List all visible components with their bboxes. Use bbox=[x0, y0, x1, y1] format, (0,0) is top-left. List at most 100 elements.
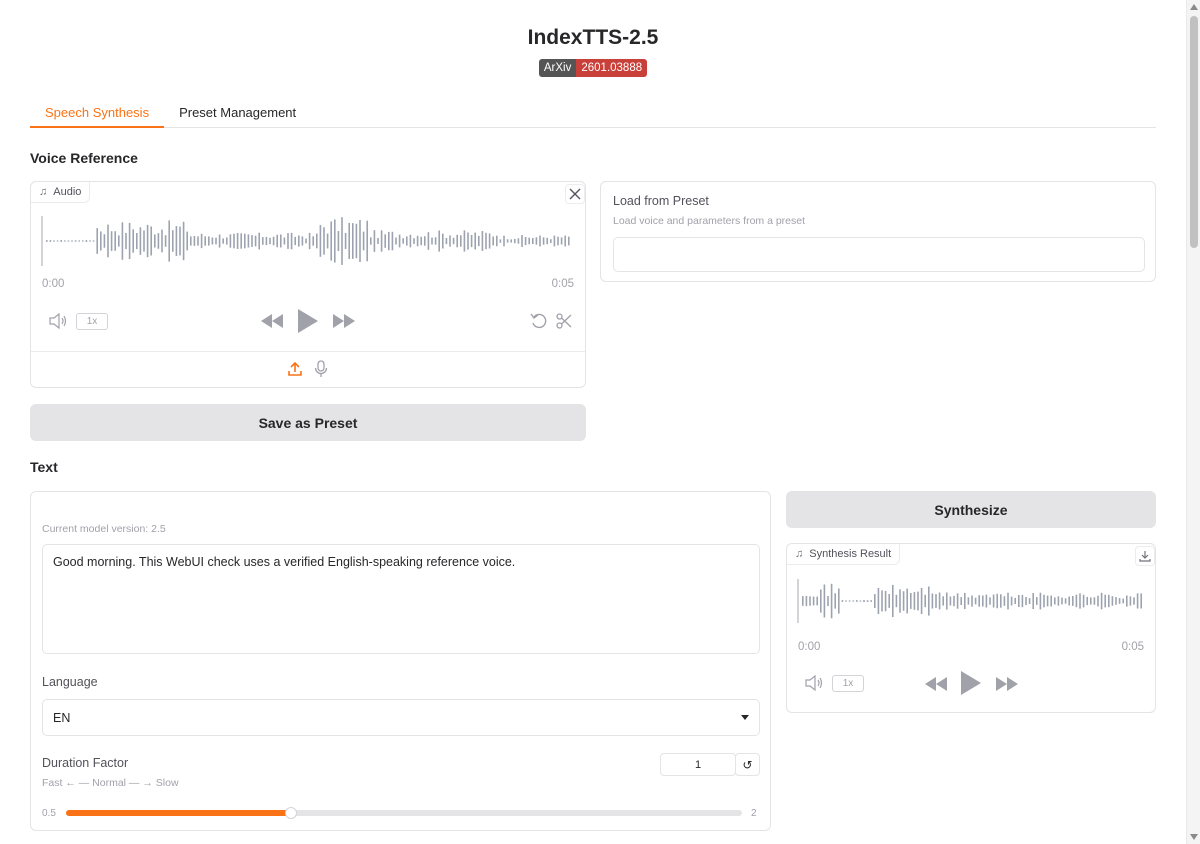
result-volume-button[interactable] bbox=[803, 674, 825, 692]
waveform-bar bbox=[568, 236, 570, 246]
waveform-bar bbox=[298, 235, 300, 247]
scroll-up-icon[interactable] bbox=[1190, 4, 1198, 10]
tab-preset-management[interactable]: Preset Management bbox=[164, 100, 311, 128]
waveform-bar bbox=[46, 240, 48, 242]
save-as-preset-button[interactable]: Save as Preset bbox=[30, 404, 586, 441]
synthesis-text-input[interactable]: Good morning. This WebUI check uses a ve… bbox=[42, 544, 760, 654]
waveform-bar bbox=[550, 239, 552, 243]
waveform-bar bbox=[964, 592, 966, 610]
waveform-bar bbox=[136, 233, 138, 250]
waveform-bar bbox=[409, 234, 412, 248]
waveform-bar bbox=[294, 236, 296, 246]
reference-waveform[interactable] bbox=[41, 214, 571, 268]
load-preset-label: Load from Preset bbox=[613, 194, 709, 208]
waveform-bar bbox=[535, 237, 538, 245]
waveform-bar bbox=[499, 239, 502, 243]
waveform-bar bbox=[132, 229, 134, 253]
waveform-bar bbox=[434, 237, 437, 245]
arxiv-badge-label: ArXiv bbox=[538, 59, 577, 77]
waveform-bar bbox=[265, 236, 268, 246]
waveform-bar bbox=[413, 238, 415, 244]
duration-slider-min: 0.5 bbox=[42, 808, 56, 819]
duration-reset-button[interactable]: ↺ bbox=[735, 753, 760, 776]
volume-button[interactable] bbox=[47, 312, 69, 330]
result-time-start: 0:00 bbox=[798, 641, 821, 653]
page-scrollbar[interactable] bbox=[1186, 0, 1200, 844]
waveform-bar bbox=[902, 591, 905, 611]
synthesize-button[interactable]: Synthesize bbox=[786, 491, 1156, 528]
scroll-thumb[interactable] bbox=[1190, 16, 1198, 248]
waveform-bar bbox=[254, 235, 257, 247]
language-select[interactable]: EN bbox=[42, 699, 760, 736]
waveform-bar bbox=[546, 237, 548, 245]
waveform-bar bbox=[128, 222, 131, 260]
waveform-bar bbox=[1068, 596, 1070, 606]
waveform-bar bbox=[1046, 595, 1049, 607]
waveform-bar bbox=[931, 593, 934, 609]
rewind-button[interactable] bbox=[260, 312, 284, 330]
waveform-bar bbox=[258, 232, 260, 250]
waveform-bar bbox=[373, 230, 376, 252]
clear-audio-button[interactable] bbox=[565, 184, 585, 204]
arxiv-badge[interactable]: ArXiv 2601.03888 bbox=[538, 59, 648, 77]
waveform-bar bbox=[312, 236, 314, 246]
waveform-bar bbox=[60, 240, 62, 242]
close-icon bbox=[569, 188, 581, 200]
waveform-bar bbox=[287, 233, 289, 249]
waveform-bar bbox=[197, 236, 199, 246]
fast-forward-button[interactable] bbox=[332, 312, 356, 330]
waveform-bar bbox=[406, 236, 408, 246]
download-icon bbox=[1139, 551, 1151, 562]
waveform-bar bbox=[863, 599, 865, 602]
waveform-bar bbox=[478, 235, 480, 247]
synthesis-result-label: Synthesis Result bbox=[809, 548, 892, 560]
load-preset-panel: Load from Preset Load voice and paramete… bbox=[600, 181, 1156, 282]
waveform-bar bbox=[208, 236, 210, 246]
waveform-bar bbox=[1118, 598, 1121, 604]
trim-button[interactable] bbox=[554, 312, 574, 330]
upload-button[interactable] bbox=[286, 360, 304, 378]
result-play-button[interactable] bbox=[960, 670, 982, 696]
waveform-bar bbox=[78, 240, 80, 242]
waveform-bar bbox=[236, 233, 239, 249]
waveform-bar bbox=[402, 238, 404, 244]
duration-slider-max: 2 bbox=[751, 808, 757, 819]
waveform-bar bbox=[359, 220, 361, 262]
undo-button[interactable] bbox=[529, 312, 549, 330]
waveform-bar bbox=[805, 595, 808, 607]
waveform-bar bbox=[125, 232, 127, 250]
waveform-bar bbox=[938, 592, 941, 610]
language-value: EN bbox=[53, 710, 71, 725]
duration-slider-thumb[interactable] bbox=[285, 807, 298, 819]
waveform-bar bbox=[139, 227, 142, 255]
duration-factor-slider[interactable] bbox=[66, 807, 742, 819]
waveform-bar bbox=[816, 596, 818, 606]
waveform-bar bbox=[802, 596, 804, 606]
download-button[interactable] bbox=[1135, 546, 1155, 566]
waveform-bar bbox=[326, 233, 329, 249]
microphone-icon bbox=[314, 360, 328, 377]
waveform-bar bbox=[992, 594, 995, 608]
waveform-bar bbox=[470, 235, 473, 248]
waveform-bar bbox=[856, 600, 858, 602]
waveform-bar bbox=[218, 234, 221, 248]
waveform-bar bbox=[56, 240, 59, 242]
result-rewind-button[interactable] bbox=[924, 675, 948, 693]
result-playback-speed-button[interactable]: 1x bbox=[832, 675, 864, 692]
scroll-down-icon[interactable] bbox=[1190, 834, 1198, 840]
result-fast-forward-button[interactable] bbox=[995, 675, 1019, 693]
load-preset-info: Load voice and parameters from a preset bbox=[613, 215, 806, 227]
waveform-bar bbox=[474, 232, 476, 250]
result-waveform[interactable] bbox=[797, 577, 1143, 625]
play-button[interactable] bbox=[297, 308, 319, 334]
waveform-bar bbox=[100, 231, 102, 251]
duration-factor-number-input[interactable]: 1 bbox=[660, 753, 736, 776]
load-preset-dropdown[interactable] bbox=[613, 237, 1145, 272]
playback-speed-button[interactable]: 1x bbox=[76, 313, 108, 330]
microphone-button[interactable] bbox=[312, 360, 330, 378]
result-time-end: 0:05 bbox=[1121, 641, 1144, 653]
tab-speech-synthesis[interactable]: Speech Synthesis bbox=[30, 100, 165, 128]
waveform-bar bbox=[812, 596, 815, 606]
result-label-tag: ♫ Synthesis Result bbox=[787, 544, 901, 565]
waveform-bar bbox=[1054, 597, 1056, 605]
